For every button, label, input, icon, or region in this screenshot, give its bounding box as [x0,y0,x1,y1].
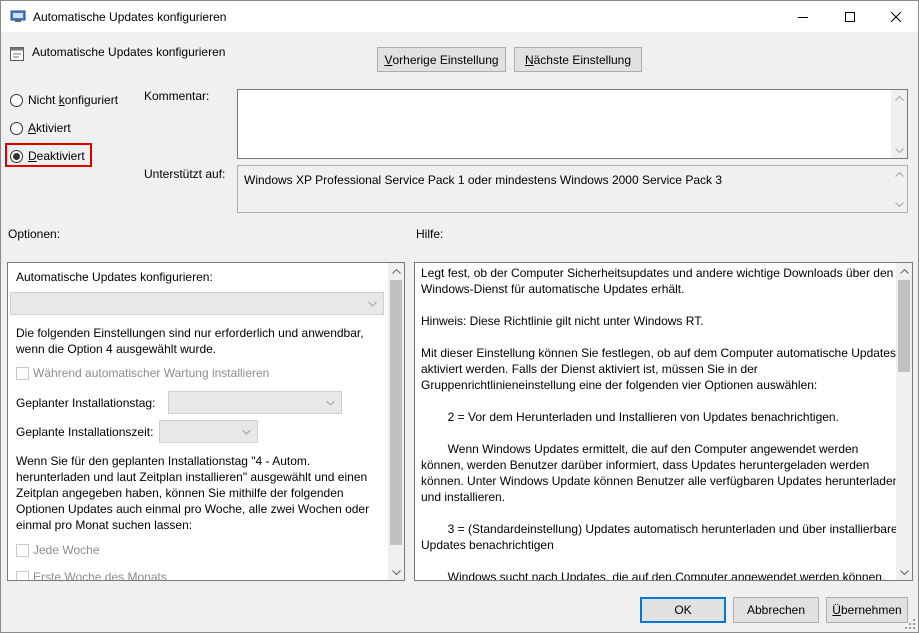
previous-setting-button[interactable]: Vorherige Einstellung [377,47,506,72]
next-setting-mnemonic: N [524,52,534,67]
help-text-line: Mit dieser Einstellung können Sie festle… [421,346,896,360]
radio-not-configured[interactable]: Nicht konfiguriert [10,93,118,107]
radio-enabled-circle[interactable] [10,121,23,135]
help-text-line: 3 = (Standardeinstellung) Updates automa… [421,522,898,536]
help-scroll-thumb[interactable] [898,280,910,372]
chevron-down-icon [326,400,335,405]
scroll-up-icon[interactable] [388,263,404,279]
policy-setting-icon [9,46,25,62]
comment-scrollbar[interactable] [891,90,907,158]
minimize-button[interactable] [780,1,826,32]
help-text-line: und installieren. [421,490,506,504]
info-text-line-2: wenn die Option 4 ausgewählt wurde. [16,342,217,356]
next-setting-label: ächste Einstellung [533,52,632,67]
options-scroll-thumb[interactable] [390,280,402,545]
options-scrollbar[interactable] [388,263,404,580]
chevron-down-icon [368,301,377,306]
options-section-label: Optionen: [8,227,61,241]
policy-editor-icon [10,9,26,23]
help-scrollbar[interactable] [896,263,912,580]
next-setting-button[interactable]: Nächste Einstellung [514,47,642,72]
help-section-label: Hilfe: [416,227,444,241]
radio-enabled[interactable]: Aktiviert [10,121,71,135]
scroll-up-icon[interactable] [891,90,907,106]
ok-label: OK [674,603,692,617]
radio-not-configured-circle[interactable] [10,93,23,107]
configure-updates-label: Automatische Updates konfigurieren: [16,270,213,284]
comment-label: Kommentar: [144,89,210,103]
every-week-checkbox[interactable] [16,544,29,557]
close-button[interactable] [873,1,919,32]
help-text-line: Wenn Windows Updates ermittelt, die auf … [421,442,859,456]
schedule-text-line-5: einmal pro Monat suchen lassen: [16,518,193,532]
first-week-checkbox[interactable] [16,571,29,580]
previous-setting-mnemonic: V [384,52,393,67]
radio-not-configured-label: Nicht konfiguriert [28,93,119,107]
schedule-text-line-1: Wenn Sie für den geplanten Installations… [16,454,311,468]
help-text-line: Gruppenrichtlinieneinstellung eine der f… [421,378,818,392]
supported-value: Windows XP Professional Service Pack 1 o… [244,173,723,187]
window-title: Automatische Updates konfigurieren [33,10,227,24]
schedule-text-line-3: Zeitplan angegeben haben, können Sie mit… [16,486,344,500]
apply-label: bernehmen [840,603,902,617]
help-text-line: aktiviert werden. Falls der Dienst aktiv… [421,362,758,376]
help-text-line: Updates benachrichtigen [421,538,554,552]
info-text-line-1: Die folgenden Einstellungen sind nur erf… [16,326,364,340]
scroll-down-icon[interactable] [896,564,912,580]
help-text-line: Windows-Dienst für automatische Updates … [421,282,685,296]
comment-textarea[interactable] [237,89,908,159]
ok-button[interactable]: OK [640,597,726,623]
supported-label: Unterstützt auf: [144,167,226,181]
help-text-line: Hinweis: Diese Richtlinie gilt nicht unt… [421,314,704,328]
maintenance-checkbox-label: Während automatischer Wartung installier… [33,366,270,380]
radio-enabled-label: Aktiviert [28,121,71,135]
first-week-label: Erste Woche des Monats [33,570,167,581]
cancel-button[interactable]: Abbrechen [733,597,819,623]
help-text-line: Windows sucht nach Updates, die auf den … [421,570,886,581]
install-time-dropdown[interactable] [159,420,258,443]
supported-scrollbar[interactable] [891,166,907,212]
help-text-container: Legt fest, ob der Computer Sicherheitsup… [415,265,899,580]
apply-button[interactable]: Übernehmen [826,597,908,623]
policy-title: Automatische Updates konfigurieren [32,45,226,59]
install-day-dropdown[interactable] [168,391,342,414]
scroll-down-icon[interactable] [891,142,907,158]
selection-highlight [5,143,92,167]
options-panel: Automatische Updates konfigurieren: Die … [7,262,405,581]
schedule-text-line-2: herunterladen und laut Zeitplan installi… [16,470,368,484]
install-day-label: Geplanter Installationstag: [16,396,156,410]
resize-grip-icon[interactable] [904,618,916,630]
help-text-line: Legt fest, ob der Computer Sicherheitsup… [421,266,894,280]
configure-updates-dropdown[interactable] [10,292,384,315]
scroll-up-icon[interactable] [896,263,912,279]
help-text-line: können. Unter Windows Update können Benu… [421,474,900,488]
maintenance-checkbox[interactable] [16,367,29,380]
help-text-line: 2 = Vor dem Herunterladen und Installier… [421,410,839,424]
minimize-icon [798,16,808,18]
help-text-line: können, werden Benutzer darüber informie… [421,458,870,472]
maximize-icon [845,11,855,22]
title-bar[interactable]: Automatische Updates konfigurieren [1,1,918,32]
maximize-button[interactable] [827,1,873,32]
chevron-down-icon [242,429,251,434]
help-panel: Legt fest, ob der Computer Sicherheitsup… [414,262,913,581]
schedule-text-line-4: Optionen Updates auch einmal pro Woche, … [16,502,370,516]
scroll-down-icon[interactable] [891,196,907,212]
previous-setting-label: orherige Einstellung [392,52,499,67]
close-icon [891,11,901,22]
cancel-label: Abbrechen [746,603,806,617]
every-week-label: Jede Woche [33,543,100,557]
install-time-label: Geplante Installationszeit: [16,425,154,439]
scroll-up-icon[interactable] [891,166,907,182]
scroll-down-icon[interactable] [388,564,404,580]
supported-field: Windows XP Professional Service Pack 1 o… [237,165,908,213]
apply-mnemonic: Ü [832,603,841,617]
dialog-window: Automatische Updates konfigurieren Autom… [0,0,919,633]
